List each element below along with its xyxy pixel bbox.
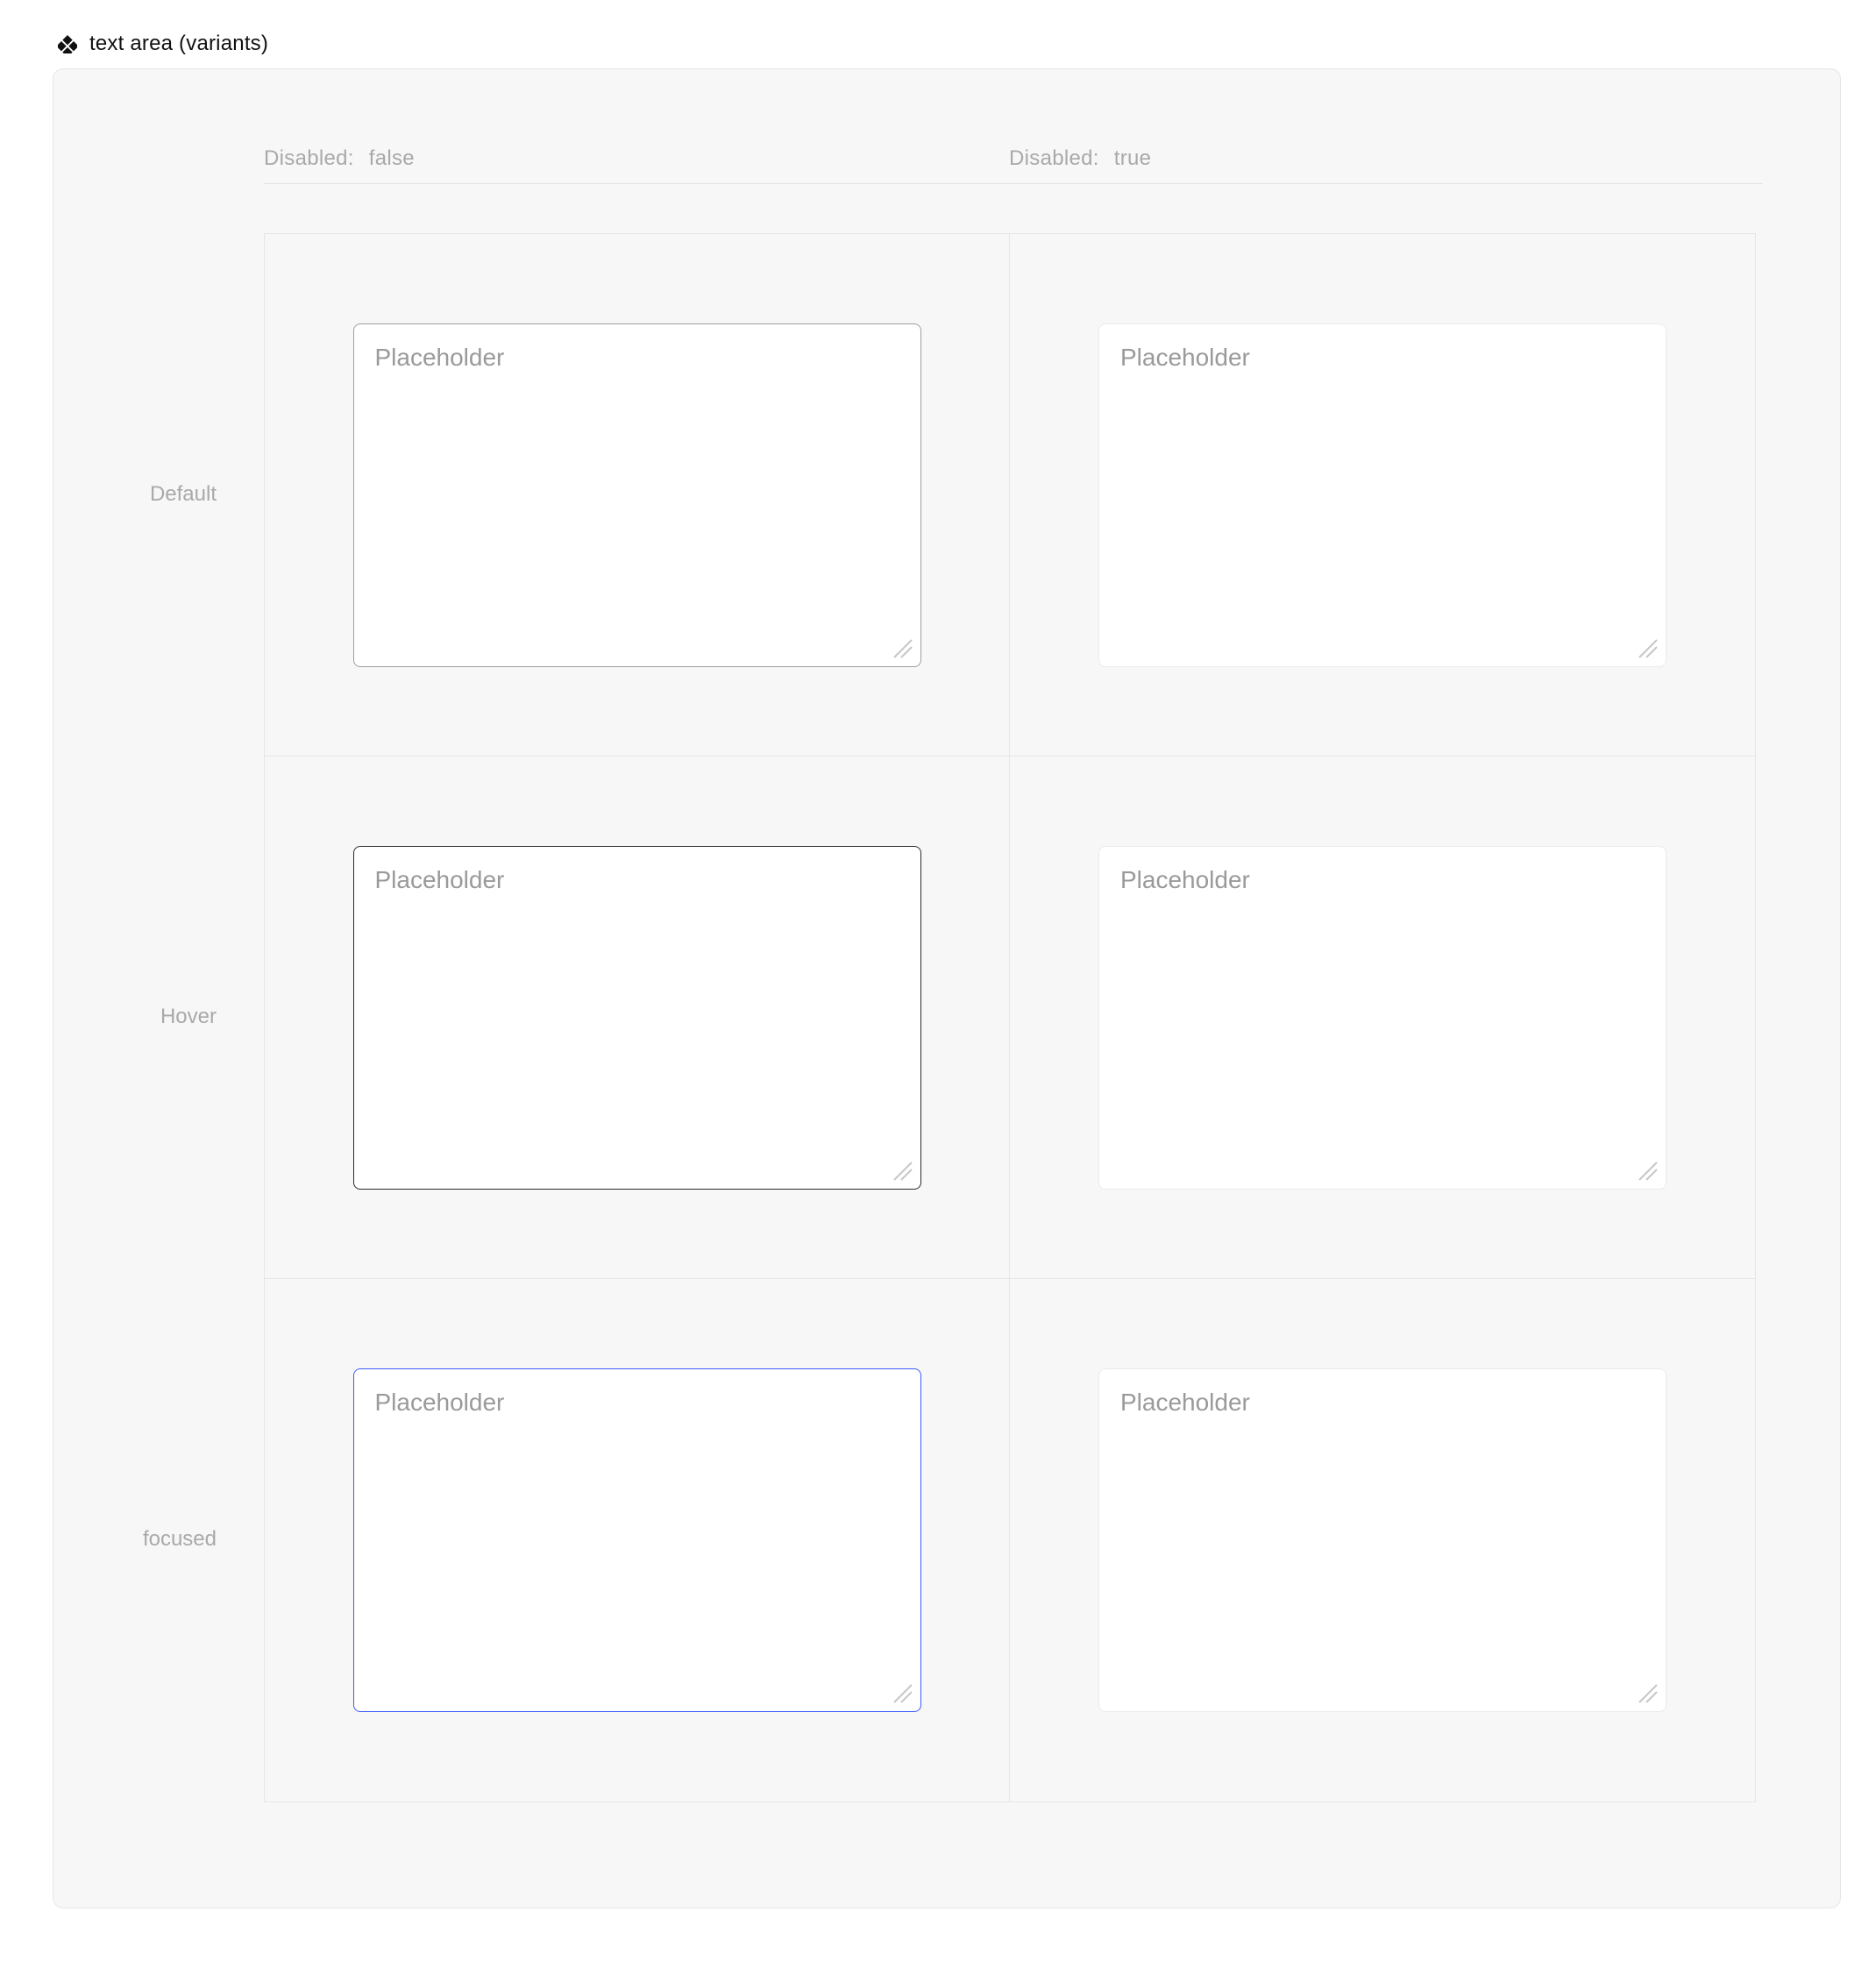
- textarea-placeholder: Placeholder: [375, 1389, 505, 1416]
- textarea-placeholder: Placeholder: [375, 866, 505, 893]
- resize-handle-icon[interactable]: [891, 1681, 913, 1704]
- textarea-placeholder: Placeholder: [1120, 1389, 1250, 1416]
- textarea-hover[interactable]: Placeholder: [353, 846, 921, 1190]
- variant-cell-default-disabled: Placeholder: [1010, 234, 1755, 757]
- variant-grid: Placeholder Placeholder: [264, 233, 1756, 1802]
- column-headers: Disabled: false Disabled: true: [264, 146, 1763, 184]
- column-header-key: Disabled:: [1009, 146, 1099, 170]
- resize-handle-icon[interactable]: [891, 1159, 913, 1182]
- resize-handle-icon: [1636, 1681, 1659, 1704]
- column-header-disabled-true: Disabled: true: [1009, 146, 1754, 171]
- variant-cell-default-enabled: Placeholder: [265, 234, 1010, 757]
- textarea-disabled: Placeholder: [1098, 323, 1666, 667]
- component-title: text area (variants): [89, 32, 268, 56]
- design-canvas: text area (variants) Disabled: false Dis…: [0, 0, 1876, 1961]
- row-labels: Default Hover focused: [131, 233, 264, 1802]
- column-header-key: Disabled:: [264, 146, 354, 170]
- component-header: text area (variants): [53, 32, 1823, 56]
- variant-cell-hover-disabled: Placeholder: [1010, 757, 1755, 1279]
- row-label-default: Default: [131, 233, 264, 756]
- variant-cell-focused-enabled: Placeholder: [265, 1279, 1010, 1801]
- variant-cell-focused-disabled: Placeholder: [1010, 1279, 1755, 1801]
- textarea-placeholder: Placeholder: [1120, 344, 1250, 371]
- row-label-focused: focused: [131, 1278, 264, 1801]
- textarea-default[interactable]: Placeholder: [353, 323, 921, 667]
- resize-handle-icon: [1636, 636, 1659, 659]
- column-header-value: false: [369, 146, 415, 170]
- textarea-disabled: Placeholder: [1098, 846, 1666, 1190]
- textarea-placeholder: Placeholder: [1120, 866, 1250, 893]
- column-header-value: true: [1114, 146, 1152, 170]
- row-label-hover: Hover: [131, 756, 264, 1278]
- variant-cell-hover-enabled: Placeholder: [265, 757, 1010, 1279]
- resize-handle-icon: [1636, 1159, 1659, 1182]
- variants-icon: [58, 34, 77, 53]
- variant-table: Default Hover focused Placeholder: [131, 233, 1763, 1802]
- textarea-focused[interactable]: Placeholder: [353, 1368, 921, 1712]
- column-header-disabled-false: Disabled: false: [264, 146, 1009, 171]
- variants-frame: Disabled: false Disabled: true Default H…: [53, 68, 1841, 1908]
- resize-handle-icon[interactable]: [891, 636, 913, 659]
- textarea-disabled: Placeholder: [1098, 1368, 1666, 1712]
- textarea-placeholder: Placeholder: [375, 344, 505, 371]
